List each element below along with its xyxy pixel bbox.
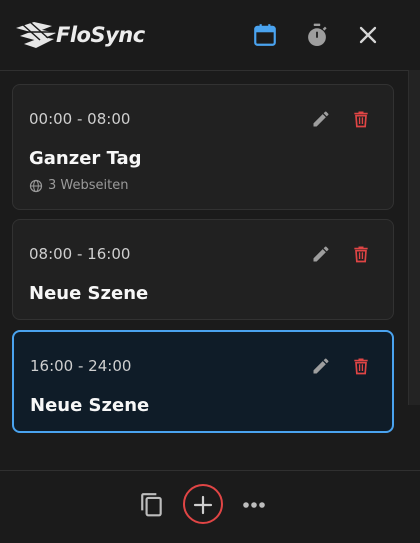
edit-button[interactable]	[309, 354, 333, 378]
timer-icon	[308, 23, 327, 47]
scene-card[interactable]: 00:00 - 08:00 Ganzer Tag 3 Webseiten	[12, 84, 394, 210]
calendar-icon	[254, 24, 276, 46]
pencil-icon	[313, 246, 329, 262]
trash-icon	[354, 111, 368, 128]
scene-time: 16:00 - 24:00	[30, 357, 132, 375]
globe-icon	[29, 179, 43, 192]
more-button[interactable]	[239, 490, 269, 520]
app-header: FloSync	[0, 0, 420, 71]
pencil-icon	[313, 111, 329, 127]
scene-time: 00:00 - 08:00	[29, 110, 131, 128]
add-button[interactable]	[188, 490, 218, 520]
scene-card-active[interactable]: 16:00 - 24:00 Neue Szene	[12, 330, 394, 433]
app-title: FloSync	[56, 23, 145, 47]
edit-button[interactable]	[309, 107, 333, 131]
scene-card[interactable]: 08:00 - 16:00 Neue Szene	[12, 219, 394, 320]
scene-title: Neue Szene	[29, 283, 149, 304]
pencil-icon	[313, 358, 329, 374]
footer-toolbar	[0, 470, 420, 543]
edit-button[interactable]	[309, 242, 333, 266]
scene-title: Ganzer Tag	[29, 148, 142, 169]
delete-button[interactable]	[349, 242, 373, 266]
close-button[interactable]	[354, 21, 382, 49]
calendar-button[interactable]	[251, 21, 279, 49]
copy-icon	[141, 493, 162, 517]
copy-button[interactable]	[137, 490, 167, 520]
close-icon	[359, 26, 377, 44]
website-count: 3 Webseiten	[48, 178, 129, 193]
scene-title: Neue Szene	[30, 395, 150, 416]
trash-icon	[354, 246, 368, 263]
more-icon	[243, 502, 265, 508]
delete-button[interactable]	[349, 354, 373, 378]
delete-button[interactable]	[349, 107, 373, 131]
scene-time: 08:00 - 16:00	[29, 245, 131, 263]
timer-button[interactable]	[303, 21, 331, 49]
trash-icon	[354, 358, 368, 375]
scrollbar-track[interactable]	[408, 70, 420, 405]
scene-meta: 3 Webseiten	[29, 178, 128, 193]
add-icon	[193, 495, 213, 515]
